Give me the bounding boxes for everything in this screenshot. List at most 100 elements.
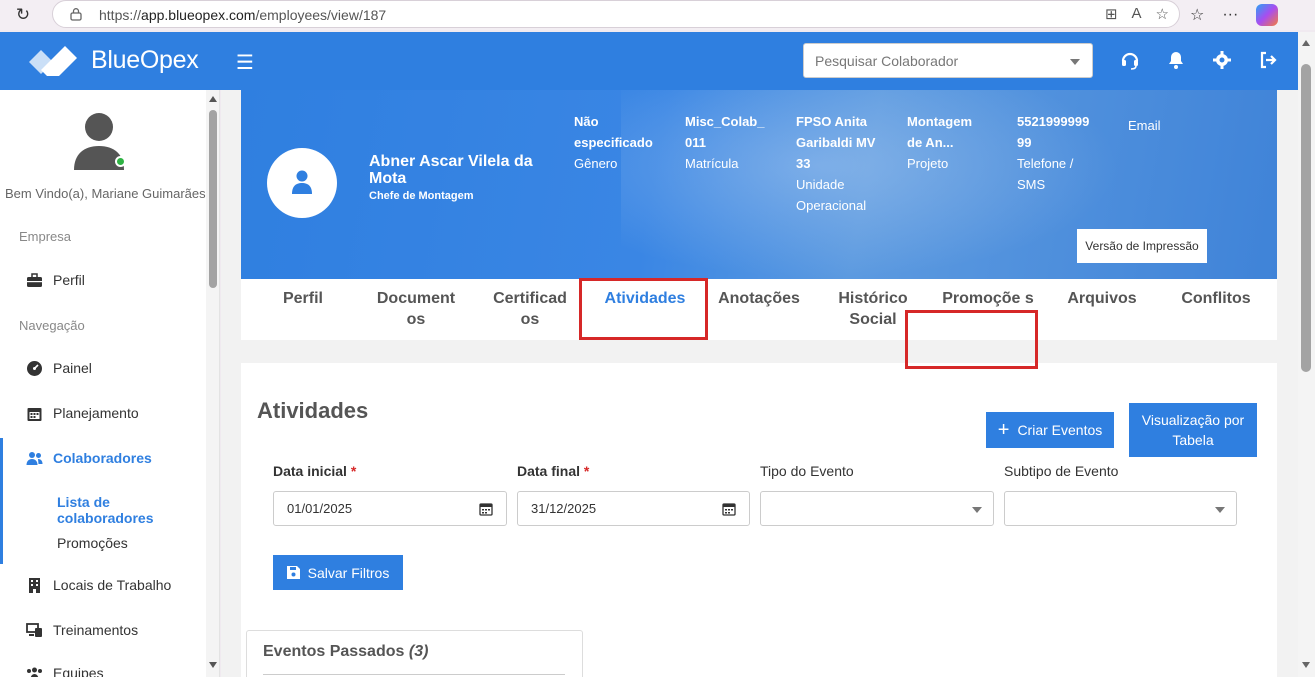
date-end-label: Data final * [517,463,590,479]
table-view-label-line1: Visualização por [1141,412,1245,428]
page-title: Atividades [257,398,369,423]
date-start-input[interactable]: 01/01/2025 [273,491,507,526]
address-bar[interactable]: https://app.blueopex.com/employees/view/… [52,0,1180,28]
info-unidade-operacional: FPSO Anita Garibaldi MV 33 Unidade Opera… [796,111,882,216]
read-aloud-icon[interactable]: A [1132,5,1142,23]
tab-documentos[interactable]: Document os [371,279,461,340]
save-filters-label: Salvar Filtros [307,564,390,581]
create-events-label: Criar Eventos [1017,422,1103,438]
sidebar-scrollbar[interactable] [206,90,220,677]
scroll-up-icon[interactable] [1302,40,1310,46]
sidebar-scroll-thumb[interactable] [209,110,217,288]
info-projeto: Montagem de An... Projeto [907,111,981,174]
sidebar-item-label: Treinamentos [53,622,139,638]
date-end-value: 31/12/2025 [531,501,597,516]
page-scrollbar[interactable] [1298,32,1315,677]
browser-toolbar: ↻ https://app.blueopex.com/employees/vie… [0,0,1315,30]
info-label: Matrícula [685,156,739,171]
event-type-label: Tipo do Evento [760,463,854,479]
info-value: 5521999999 99 [1017,114,1090,150]
search-employee-select[interactable]: Pesquisar Colaborador [803,43,1093,78]
date-start-label: Data inicial * [273,463,357,479]
sidebar-item-treinamentos[interactable]: Treinamentos [0,610,206,650]
save-icon [286,566,300,579]
logout-icon[interactable] [1258,50,1278,70]
employee-banner: Abner Ascar Vilela da Mota Chefe de Mont… [241,90,1277,279]
employee-name: Abner Ascar Vilela da Mota [369,153,533,187]
employee-tabs: Perfil Document os Certificad os Ativida… [241,279,1277,340]
info-matricula: Misc_Colab_011 Matrícula [685,111,767,174]
favorite-star-icon[interactable]: ☆ [1156,5,1169,23]
info-genero: Não especificado Gênero [574,111,664,174]
employee-role: Chefe de Montagem [369,190,474,202]
lock-icon [70,8,82,21]
sidebar-item-locais-trabalho[interactable]: Locais de Trabalho [0,565,206,605]
sidebar-scroll-down-icon[interactable] [209,662,217,668]
info-value: Não especificado [574,114,653,150]
dashboard-icon [27,360,42,376]
calendar-icon[interactable] [722,502,736,516]
favorites-icon[interactable]: ☆ [1190,5,1204,25]
past-events-card: Eventos Passados (3) [246,630,583,677]
chevron-down-icon [1070,59,1080,65]
table-view-label-line2: Tabela [1172,432,1214,448]
calendar-icon[interactable] [479,502,493,516]
table-view-highlight [905,310,1038,369]
sidebar-item-label: Locais de Trabalho [53,577,172,593]
logo[interactable]: BlueOpex [27,44,199,76]
page-scroll-thumb[interactable] [1301,64,1311,372]
info-label: Gênero [574,156,618,171]
tab-conflitos[interactable]: Conflitos [1169,279,1263,340]
screen-icon [26,622,42,637]
main-content: Abner Ascar Vilela da Mota Chefe de Mont… [221,90,1298,677]
table-view-button[interactable]: Visualização por Tabela [1129,403,1257,457]
gear-icon[interactable] [1212,50,1232,70]
info-value: FPSO Anita Garibaldi MV 33 [796,114,876,171]
tab-perfil[interactable]: Perfil [263,279,343,340]
tab-arquivos[interactable]: Arquivos [1057,279,1147,340]
info-label: Email [1128,118,1161,133]
bell-icon[interactable] [1166,50,1186,70]
sidebar-scroll-up-icon[interactable] [209,96,217,102]
sidebar-subitem-lista-colaboradores[interactable]: Lista de colaboradores [57,494,206,526]
building-icon [29,577,40,593]
headset-icon[interactable] [1120,50,1140,70]
calendar-icon [27,407,42,421]
more-menu-icon[interactable]: ··· [1222,6,1238,24]
event-type-select[interactable] [760,491,994,526]
tab-atividades-highlight [579,278,708,340]
sidebar-item-painel[interactable]: Painel [0,348,206,388]
sidebar-subitem-promocoes[interactable]: Promoções [57,535,128,551]
print-version-button[interactable]: Versão de Impressão [1077,229,1207,263]
sidebar-item-equipes[interactable]: Equipes [0,653,206,677]
event-subtype-select[interactable] [1004,491,1237,526]
online-status-dot [115,156,126,167]
tab-anotacoes[interactable]: Anotações [711,279,807,340]
sidebar-item-planejamento[interactable]: Planejamento [0,393,206,433]
chevron-down-icon [1215,507,1225,513]
menu-toggle-icon[interactable]: ☰ [236,50,254,75]
scroll-down-icon[interactable] [1302,662,1310,668]
save-filters-button[interactable]: Salvar Filtros [273,555,403,590]
sidebar-item-label: Perfil [53,272,85,288]
sidebar-item-perfil[interactable]: Perfil [0,260,206,300]
plus-icon: + [997,419,1010,441]
chevron-down-icon [972,507,982,513]
sidebar-item-label: Colaboradores [53,450,152,466]
copilot-icon[interactable] [1256,4,1279,26]
users-icon [26,451,43,465]
info-value: Montagem de An... [907,114,972,150]
apps-icon[interactable]: ⊞ [1105,5,1118,23]
sidebar-item-label: Equipes [53,665,104,677]
logo-mark-icon [29,46,77,76]
team-icon [27,667,42,677]
date-end-input[interactable]: 31/12/2025 [517,491,750,526]
tab-certificados[interactable]: Certificad os [489,279,571,340]
info-email: Email [1128,115,1228,136]
sidebar-item-label: Painel [53,360,92,376]
create-events-button[interactable]: + Criar Eventos [986,412,1114,448]
reload-icon[interactable]: ↻ [12,4,34,26]
welcome-text: Bem Vindo(a), Mariane Guimarães [5,186,206,201]
tab-historico-social[interactable]: Histórico Social [829,279,917,340]
sidebar-item-colaboradores[interactable]: Colaboradores [0,438,206,478]
